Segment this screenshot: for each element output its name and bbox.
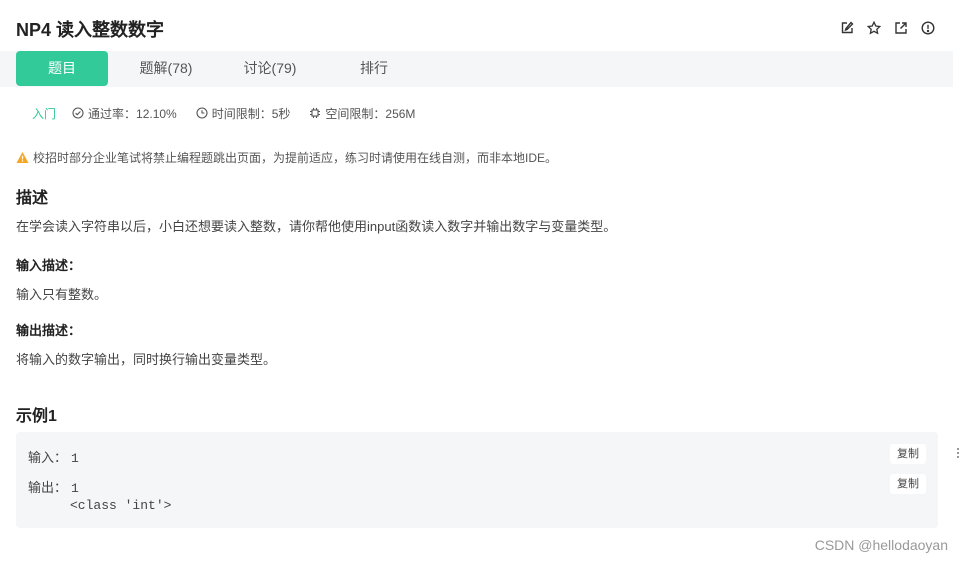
copy-output-button[interactable]: 复制 [890,474,926,494]
exam-notice: 校招时部分企业笔试将禁止编程题跳出页面，为提前适应，练习时请使用在线自测，而非本… [16,149,557,166]
check-circle-icon [72,107,84,119]
tab-solutions[interactable]: 题解(78) [124,51,208,86]
output-description-text: 将输入的数字输出，同时换行输出变量类型。 [16,352,277,367]
problem-header: NP4 读入整数数字 [0,0,953,52]
example-input-value: 1 [71,451,79,466]
tab-ranking[interactable]: 排行 [332,51,416,86]
example-output-type: <class 'int'> [70,498,172,513]
input-description-heading: 输入描述： [16,258,82,273]
space-limit-text: 空间限制：256M [325,106,416,121]
chip-icon [310,108,321,118]
example-heading: 示例1 [16,408,57,425]
share-icon[interactable] [894,21,908,35]
notice-text: 校招时部分企业笔试将禁止编程题跳出页面，为提前适应，练习时请使用在线自测，而非本… [33,151,558,165]
pass-rate-text: 通过率：12.10% [88,106,177,121]
description-heading: 描述 [16,190,49,207]
watermark: CSDN @hellodaoyan [814,537,948,553]
description-text: 在学会读入字符串以后，小白还想要读入整数，请你帮他使用input函数读入数字并输… [16,219,617,234]
tab-problem[interactable]: 题目 [16,51,108,86]
page-title: NP4 读入整数数字 [16,20,165,40]
input-description-text: 输入只有整数。 [16,287,108,302]
info-icon[interactable] [921,21,935,35]
copy-input-button[interactable]: 复制 [890,444,926,464]
time-limit: 时间限制：5秒 [196,105,291,122]
time-limit-text: 时间限制：5秒 [211,106,291,121]
example-output: 输出： 1 [28,477,79,496]
problem-meta: 入门 通过率：12.10% 时间限制：5秒 空间限制：256M [16,104,434,122]
difficulty-badge: 入门 [32,106,57,121]
tab-bar: 题目 题解(78) 讨论(79) 排行 [0,51,953,87]
more-options-handle[interactable] [957,446,961,460]
tab-discussion[interactable]: 讨论(79) [228,51,312,86]
example-input: 输入： 1 [28,447,79,466]
example-output-label: 输出： [28,480,68,495]
example-output-value: 1 [71,481,79,496]
example-input-label: 输入： [28,450,68,465]
pass-rate: 通过率：12.10% [72,105,177,122]
star-icon[interactable] [867,21,881,35]
edit-icon[interactable] [840,21,854,35]
output-description-heading: 输出描述： [16,323,82,338]
example-box: 输入： 1 复制 输出： 1 <class 'int'> 复制 [16,432,938,528]
header-actions [840,21,935,35]
clock-icon [196,107,208,119]
warning-icon [16,152,29,163]
space-limit: 空间限制：256M [309,105,415,122]
